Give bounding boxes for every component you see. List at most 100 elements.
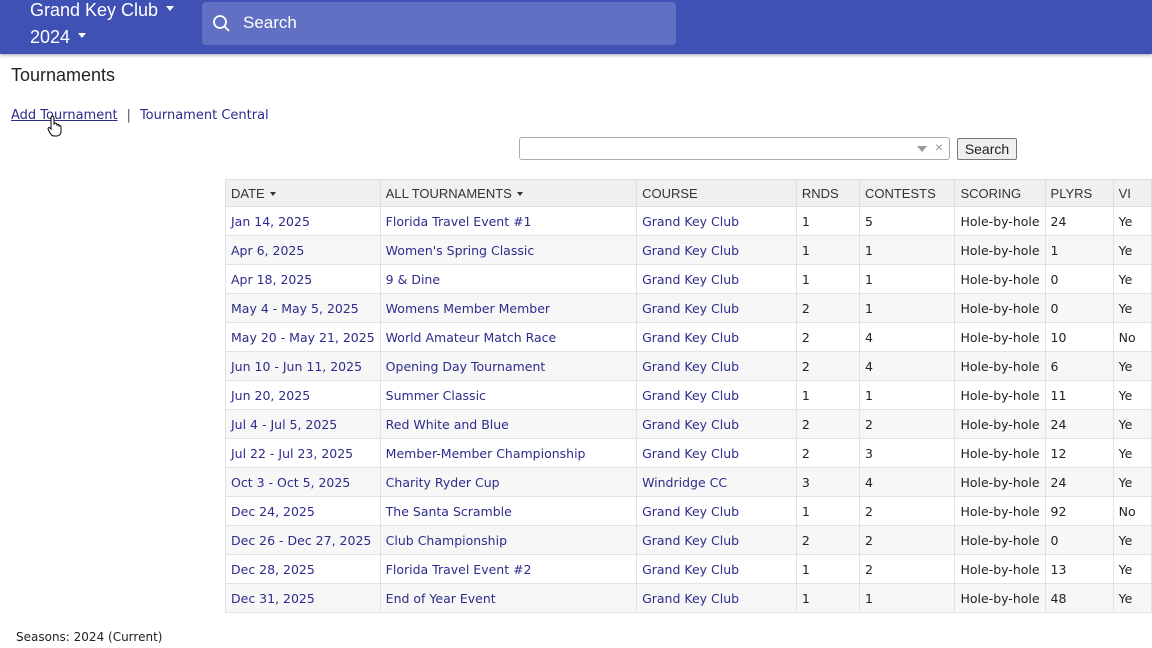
scoring-cell: Hole-by-hole	[954, 525, 1046, 555]
tournament-link[interactable]: Florida Travel Event #1	[379, 206, 638, 236]
players-cell: 11	[1044, 380, 1114, 410]
course-link[interactable]: Grand Key Club	[636, 409, 797, 439]
course-link[interactable]: Windridge CC	[636, 467, 797, 497]
scoring-cell: Hole-by-hole	[954, 409, 1046, 439]
visible-cell: Ye	[1112, 438, 1152, 468]
contests-cell: 1	[858, 583, 956, 613]
tournament-link[interactable]: 9 & Dine	[379, 264, 638, 294]
date-cell: Jan 14, 2025	[225, 206, 381, 236]
sort-down-icon	[269, 192, 276, 197]
rounds-cell: 2	[795, 525, 860, 555]
rounds-column-header: RNDS	[795, 179, 860, 207]
rounds-cell: 2	[795, 351, 860, 381]
chevron-down-icon[interactable]	[917, 146, 927, 152]
top-app-bar: Grand Key Club 2024 Search	[0, 0, 1152, 54]
tournament-link[interactable]: Florida Travel Event #2	[379, 554, 638, 584]
clear-icon[interactable]: ×	[935, 139, 943, 155]
tournament-link[interactable]: The Santa Scramble	[379, 496, 638, 526]
year-selector[interactable]: 2024	[30, 24, 87, 50]
contests-cell: 4	[858, 322, 956, 352]
scoring-cell: Hole-by-hole	[954, 235, 1046, 265]
visible-cell: No	[1112, 322, 1152, 352]
contests-cell: 1	[858, 380, 956, 410]
players-cell: 48	[1044, 583, 1114, 613]
table-row: Jul 4 - Jul 5, 2025 Red White and Blue Gra…	[225, 409, 1152, 439]
rounds-cell: 1	[795, 235, 860, 265]
visible-cell: Ye	[1112, 554, 1152, 584]
visible-cell: Ye	[1112, 293, 1152, 323]
course-link[interactable]: Grand Key Club	[636, 554, 797, 584]
course-link[interactable]: Grand Key Club	[636, 525, 797, 555]
course-link[interactable]: Grand Key Club	[636, 380, 797, 410]
contests-cell: 3	[858, 438, 956, 468]
course-link[interactable]: Grand Key Club	[636, 496, 797, 526]
rounds-cell: 1	[795, 264, 860, 294]
table-row: Jan 14, 2025 Florida Travel Event #1 Grand…	[225, 206, 1152, 236]
course-link[interactable]: Grand Key Club	[636, 264, 797, 294]
table-row: Jul 22 - Jul 23, 2025 Member-Member Champ…	[225, 438, 1152, 468]
club-selector[interactable]: Grand Key Club	[30, 0, 175, 23]
course-link[interactable]: Grand Key Club	[636, 293, 797, 323]
players-cell: 1	[1044, 235, 1114, 265]
players-cell: 0	[1044, 525, 1114, 555]
global-search-input[interactable]: Search	[202, 2, 676, 45]
search-button[interactable]: Search	[957, 138, 1017, 160]
date-cell: Jun 10 - Jun 11, 2025	[225, 351, 381, 381]
club-name: Grand Key Club	[30, 0, 159, 20]
tournament-filter-select[interactable]: ×	[519, 137, 950, 160]
tournament-link[interactable]: Opening Day Tournament	[379, 351, 638, 381]
scoring-cell: Hole-by-hole	[954, 322, 1046, 352]
rounds-cell: 1	[795, 206, 860, 236]
scoring-cell: Hole-by-hole	[954, 583, 1046, 613]
scoring-cell: Hole-by-hole	[954, 206, 1046, 236]
table-row: Oct 3 - Oct 5, 2025 Charity Ryder Cup Wind…	[225, 467, 1152, 497]
search-placeholder: Search	[243, 13, 297, 32]
tournament-link[interactable]: Women's Spring Classic	[379, 235, 638, 265]
rounds-cell: 1	[795, 496, 860, 526]
players-cell: 24	[1044, 467, 1114, 497]
tournament-link[interactable]: Club Championship	[379, 525, 638, 555]
course-link[interactable]: Grand Key Club	[636, 235, 797, 265]
page-title: Tournaments	[11, 65, 116, 85]
rounds-cell: 2	[795, 322, 860, 352]
rounds-cell: 3	[795, 467, 860, 497]
tournament-link[interactable]: Womens Member Member	[379, 293, 638, 323]
course-link[interactable]: Grand Key Club	[636, 438, 797, 468]
players-cell: 12	[1044, 438, 1114, 468]
course-link[interactable]: Grand Key Club	[636, 351, 797, 381]
visible-cell: Ye	[1112, 525, 1152, 555]
table-row: Jun 10 - Jun 11, 2025 Opening Day Tournam…	[225, 351, 1152, 381]
sort-down-icon	[516, 192, 523, 197]
visible-cell: Ye	[1112, 467, 1152, 497]
contests-cell: 1	[858, 235, 956, 265]
visible-column-header: VI	[1112, 179, 1152, 207]
seasons-footer: Seasons: 2024 (Current)	[16, 630, 163, 644]
date-cell: Dec 24, 2025	[225, 496, 381, 526]
scoring-cell: Hole-by-hole	[954, 496, 1046, 526]
rounds-cell: 2	[795, 409, 860, 439]
tournament-link[interactable]: Member-Member Championship	[379, 438, 638, 468]
date-column-header[interactable]: DATE	[225, 179, 381, 207]
visible-cell: Ye	[1112, 351, 1152, 381]
contests-cell: 2	[858, 525, 956, 555]
search-icon	[213, 15, 230, 32]
date-cell: Apr 6, 2025	[225, 235, 381, 265]
course-link[interactable]: Grand Key Club	[636, 583, 797, 613]
tournament-link[interactable]: Red White and Blue	[379, 409, 638, 439]
scoring-column-header: SCORING	[954, 179, 1046, 207]
course-link[interactable]: Grand Key Club	[636, 322, 797, 352]
chevron-down-icon	[166, 5, 175, 11]
tournament-link[interactable]: Charity Ryder Cup	[379, 467, 638, 497]
scoring-cell: Hole-by-hole	[954, 380, 1046, 410]
tournaments-column-header[interactable]: ALL TOURNAMENTS	[379, 179, 638, 207]
tournament-link[interactable]: Summer Classic	[379, 380, 638, 410]
rounds-cell: 1	[795, 554, 860, 584]
tournament-link[interactable]: End of Year Event	[379, 583, 638, 613]
table-row: Dec 26 - Dec 27, 2025 Club Championship Gr…	[225, 525, 1152, 555]
tournament-central-link[interactable]: Tournament Central	[140, 108, 269, 123]
table-row: Apr 18, 2025 9 & Dine Grand Key Club 1 1 Hole…	[225, 264, 1152, 294]
players-cell: 10	[1044, 322, 1114, 352]
course-link[interactable]: Grand Key Club	[636, 206, 797, 236]
date-cell: Apr 18, 2025	[225, 264, 381, 294]
tournament-link[interactable]: World Amateur Match Race	[379, 322, 638, 352]
